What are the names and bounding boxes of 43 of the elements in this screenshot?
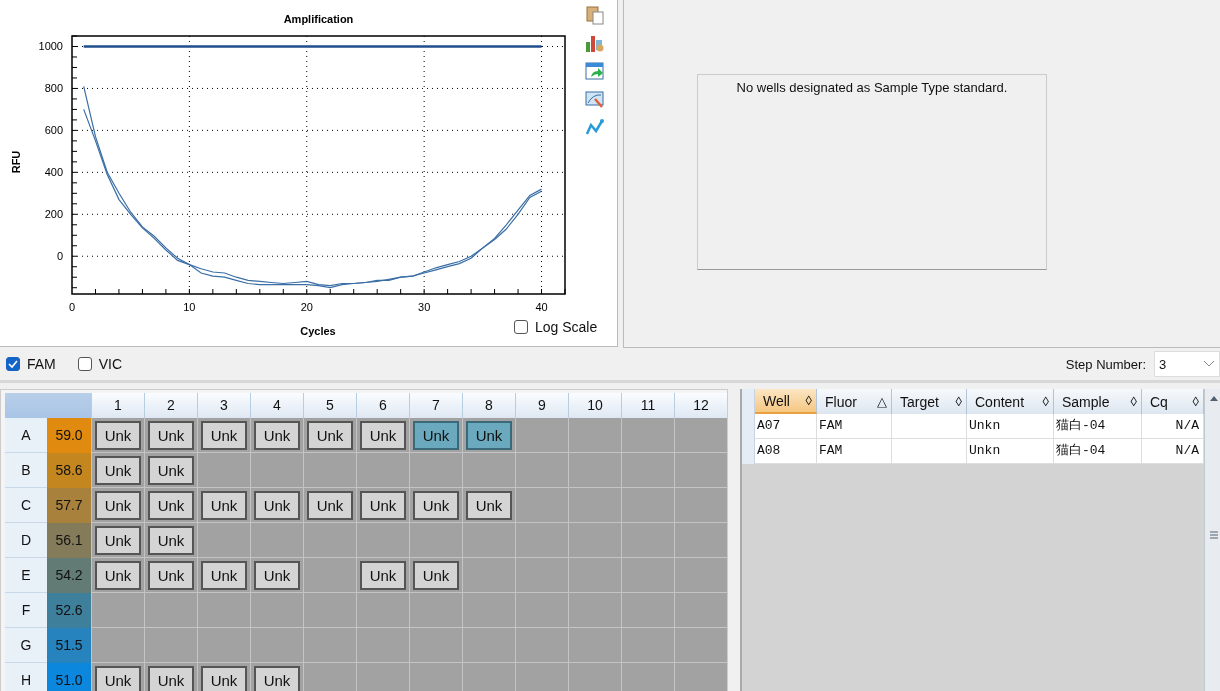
temperature-cell: 59.0 (47, 418, 91, 453)
sort-icon: ◊ (1130, 394, 1137, 409)
y-tick-label: 600 (44, 124, 63, 137)
temperature-cell: 54.2 (47, 558, 91, 593)
temperature-cell: 51.5 (47, 628, 91, 663)
sort-icon: ◊ (1042, 394, 1049, 409)
sort-icon: ◊ (805, 393, 812, 408)
table-cell: A08 (755, 439, 817, 464)
x-tick-label: 20 (300, 301, 313, 313)
temperature-cell: 51.0 (47, 663, 91, 691)
temperature-cell: 52.6 (47, 593, 91, 628)
fluor-label: VIC (98, 356, 123, 372)
sort-icon: ◊ (955, 394, 962, 409)
table-cell: Unkn (967, 439, 1054, 464)
x-tick-label: 0 (68, 301, 76, 313)
y-tick-label: 400 (44, 166, 63, 179)
y-tick-label: 0 (56, 250, 63, 263)
fluor-label: FAM (27, 356, 56, 372)
temperature-cell: 56.1 (47, 523, 91, 558)
table-cell: FAM (817, 439, 892, 464)
step-number-label: Step Number: (1065, 356, 1146, 372)
sort-icon: △ (877, 394, 887, 409)
log-scale-label: Log Scale (535, 319, 598, 335)
x-axis-title: Cycles (300, 325, 336, 337)
table-cell: N/A (1142, 439, 1204, 464)
table-cell: N/A (1142, 414, 1204, 439)
x-tick-label: 10 (183, 301, 196, 313)
table-cell: 猫白-04 (1054, 414, 1142, 439)
sort-icon: ◊ (1192, 394, 1199, 409)
temperature-cell: 58.6 (47, 453, 91, 488)
no-standards-message: No wells designated as Sample Type standard. (736, 80, 1008, 95)
chart-title: Amplification (283, 13, 354, 25)
table-cell: 猫白-04 (1054, 439, 1142, 464)
y-tick-label: 1000 (38, 40, 63, 53)
x-tick-label: 40 (535, 301, 548, 313)
y-tick-label: 800 (44, 82, 63, 95)
table-cell: Unkn (967, 414, 1054, 439)
table-cell: FAM (817, 414, 892, 439)
y-tick-label: 200 (44, 208, 63, 221)
temperature-cell: 57.7 (47, 488, 91, 523)
y-axis-title: RFU (10, 150, 22, 174)
x-tick-label: 30 (418, 301, 431, 313)
table-cell: A07 (755, 414, 817, 439)
